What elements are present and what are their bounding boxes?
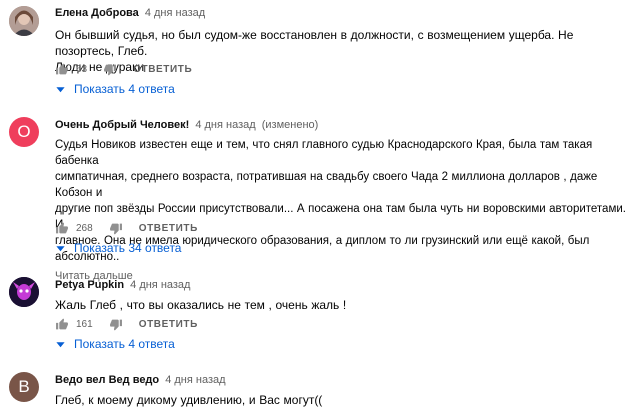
thumbs-down-icon[interactable] (109, 318, 123, 331)
timestamp[interactable]: 4 дня назад (195, 119, 255, 131)
reply-button[interactable]: ОТВЕТИТЬ (139, 223, 198, 234)
timestamp[interactable]: 4 дня назад (145, 7, 205, 19)
thumbs-up-icon[interactable] (55, 318, 69, 331)
avatar[interactable] (9, 6, 39, 36)
avatar-letter: О (17, 122, 31, 141)
avatar-photo-icon (9, 277, 39, 307)
author-name[interactable]: Petya Pupkin (55, 279, 124, 291)
timestamp[interactable]: 4 дня назад (165, 374, 225, 386)
avatar[interactable]: О (9, 117, 39, 147)
comment-text: Жаль Глеб , что вы оказались не тем , оч… (55, 297, 628, 313)
avatar-letter: В (18, 377, 30, 396)
thumbs-up-icon[interactable] (55, 63, 69, 76)
comment-actions: 268 ОТВЕТИТЬ (55, 220, 628, 236)
timestamp[interactable]: 4 дня назад (130, 279, 190, 291)
show-replies-button[interactable]: Показать 4 ответа (55, 336, 628, 352)
comment-line: Судья Новиков известен еще и тем, что сн… (55, 139, 593, 167)
show-replies-label: Показать 4 ответа (74, 337, 175, 351)
like-count: 268 (76, 222, 93, 234)
comment-line: симпатичная, среднего возраста, потратив… (55, 171, 598, 199)
comment-actions: 63 ОТВЕТИТЬ (55, 61, 628, 77)
thumbs-down-icon[interactable] (109, 222, 123, 235)
comment-header: Petya Pupkin 4 дня назад (55, 278, 628, 292)
comment-header: Очень Добрый Человек! 4 дня назад (измен… (55, 118, 628, 132)
like-count: 161 (76, 318, 93, 330)
avatar[interactable]: В (9, 372, 39, 402)
comment-header: Елена Доброва 4 дня назад (55, 6, 628, 20)
author-name[interactable]: Очень Добрый Человек! (55, 119, 189, 131)
reply-button[interactable]: ОТВЕТИТЬ (133, 64, 192, 75)
author-name[interactable]: Ведо вел Вед ведо (55, 374, 159, 386)
comment-header: Ведо вел Вед ведо 4 дня назад (55, 373, 628, 387)
reply-button[interactable]: ОТВЕТИТЬ (139, 319, 198, 330)
like-count: 63 (76, 63, 88, 75)
caret-down-icon (56, 245, 65, 251)
comment-line: Он бывший судья, но был судом-же восстан… (55, 28, 574, 58)
show-replies-button[interactable]: Показать 4 ответа (55, 81, 628, 97)
comment-line: Глеб, к моему дикому удивлению, и Вас мо… (55, 393, 323, 407)
avatar[interactable] (9, 277, 39, 307)
comment-line: Жаль Глеб , что вы оказались не тем , оч… (55, 298, 347, 312)
comment-text: Глеб, к моему дикому удивлению, и Вас мо… (55, 392, 628, 408)
thumbs-up-icon[interactable] (55, 222, 69, 235)
show-replies-label: Показать 34 ответа (74, 241, 182, 255)
avatar-photo-icon (9, 6, 39, 36)
show-replies-label: Показать 4 ответа (74, 82, 175, 96)
comment-actions: 161 ОТВЕТИТЬ (55, 316, 628, 332)
author-name[interactable]: Елена Доброва (55, 7, 139, 19)
thumbs-down-icon[interactable] (103, 63, 117, 76)
show-replies-button[interactable]: Показать 34 ответа (55, 240, 628, 256)
caret-down-icon (56, 86, 65, 92)
edited-label: (изменено) (261, 119, 319, 131)
caret-down-icon (56, 341, 65, 347)
